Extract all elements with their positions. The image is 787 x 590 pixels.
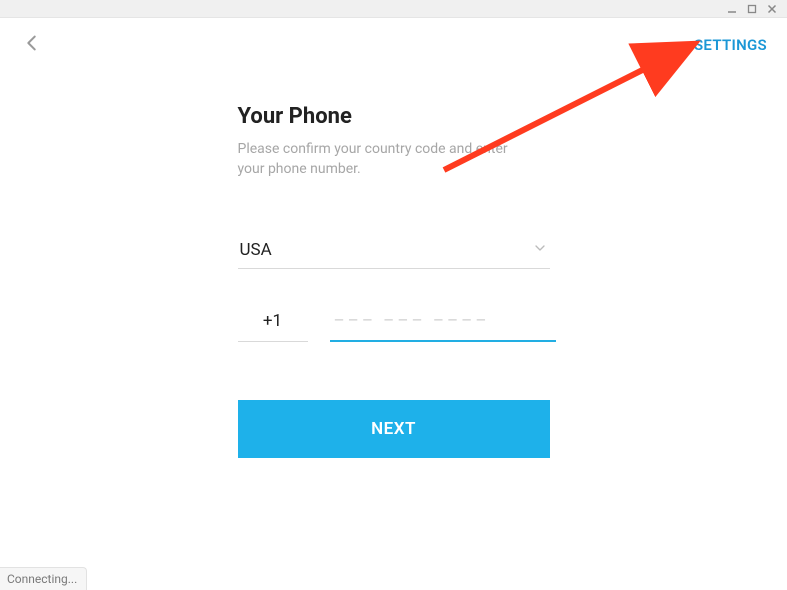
chevron-down-icon xyxy=(532,240,548,260)
window-titlebar xyxy=(0,0,787,18)
phone-form: Your Phone Please confirm your country c… xyxy=(238,104,550,458)
minimize-icon[interactable] xyxy=(725,2,739,16)
connection-status: Connecting... xyxy=(0,567,87,590)
settings-link[interactable]: SETTINGS xyxy=(694,36,767,54)
phone-input-row xyxy=(238,311,550,342)
close-icon[interactable] xyxy=(765,2,779,16)
next-button[interactable]: NEXT xyxy=(238,400,550,458)
back-arrow-icon[interactable] xyxy=(20,31,44,55)
page-subtitle: Please confirm your country code and ent… xyxy=(238,139,538,180)
country-label: USA xyxy=(240,240,272,260)
maximize-icon[interactable] xyxy=(745,2,759,16)
page-title: Your Phone xyxy=(238,104,550,129)
phone-number-input[interactable] xyxy=(330,311,556,342)
country-code-input[interactable] xyxy=(238,311,308,342)
topbar: SETTINGS xyxy=(0,18,787,68)
country-select[interactable]: USA xyxy=(238,240,550,269)
